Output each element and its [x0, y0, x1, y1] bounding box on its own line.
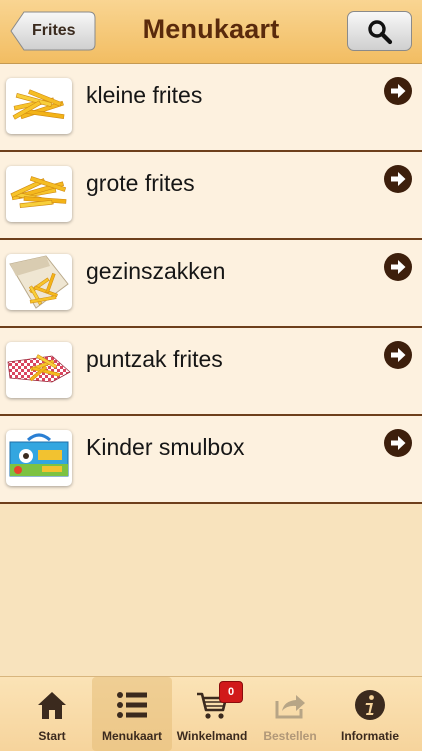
- empty-background: [0, 504, 422, 676]
- fries-small-thumbnail: [6, 78, 72, 134]
- tab-menukaart[interactable]: Menukaart: [92, 677, 172, 751]
- tab-label: Menukaart: [101, 729, 163, 743]
- tab-informatie[interactable]: Informatie: [330, 677, 410, 751]
- tab-bestellen[interactable]: Bestellen: [250, 677, 330, 751]
- chevron-right-icon[interactable]: [383, 164, 413, 194]
- info-icon: [355, 690, 385, 720]
- tab-label: Bestellen: [263, 729, 317, 743]
- menu-list: kleine frites grote frites gezinszakken …: [0, 64, 422, 504]
- chevron-right-icon[interactable]: [383, 428, 413, 458]
- list-item[interactable]: Kinder smulbox: [0, 416, 422, 504]
- search-button[interactable]: [347, 11, 412, 51]
- list-item[interactable]: kleine frites: [0, 64, 422, 152]
- tab-label: Winkelmand: [176, 729, 248, 743]
- list-item-label: puntzak frites: [86, 346, 223, 372]
- list-item-label: grote frites: [86, 170, 195, 196]
- share-icon: [275, 695, 305, 719]
- family-bag-thumbnail: [6, 254, 72, 310]
- kids-box-thumbnail: [6, 430, 72, 486]
- tab-label: Informatie: [340, 729, 399, 743]
- list-item-label: Kinder smulbox: [86, 434, 245, 460]
- home-icon: [38, 692, 66, 719]
- list-item[interactable]: grote frites: [0, 152, 422, 240]
- navigation-bar: Frites Menukaart: [0, 0, 422, 64]
- list-item-label: gezinszakken: [86, 258, 226, 284]
- search-icon: [368, 20, 393, 45]
- tab-label: Start: [38, 729, 66, 743]
- fries-large-thumbnail: [6, 166, 72, 222]
- list-item-label: kleine frites: [86, 82, 203, 108]
- cart-count-badge: 0: [219, 681, 243, 703]
- list-item[interactable]: puntzak frites: [0, 328, 422, 416]
- fries-cone-thumbnail: [6, 342, 72, 398]
- tab-bar: Start Menukaart 0 Winkelmand Bestellen I…: [0, 676, 422, 751]
- chevron-right-icon[interactable]: [383, 76, 413, 106]
- chevron-right-icon[interactable]: [383, 252, 413, 282]
- tab-start[interactable]: Start: [12, 677, 92, 751]
- chevron-right-icon[interactable]: [383, 340, 413, 370]
- tab-winkelmand[interactable]: 0 Winkelmand: [172, 677, 252, 751]
- list-item[interactable]: gezinszakken: [0, 240, 422, 328]
- list-icon: [117, 692, 147, 718]
